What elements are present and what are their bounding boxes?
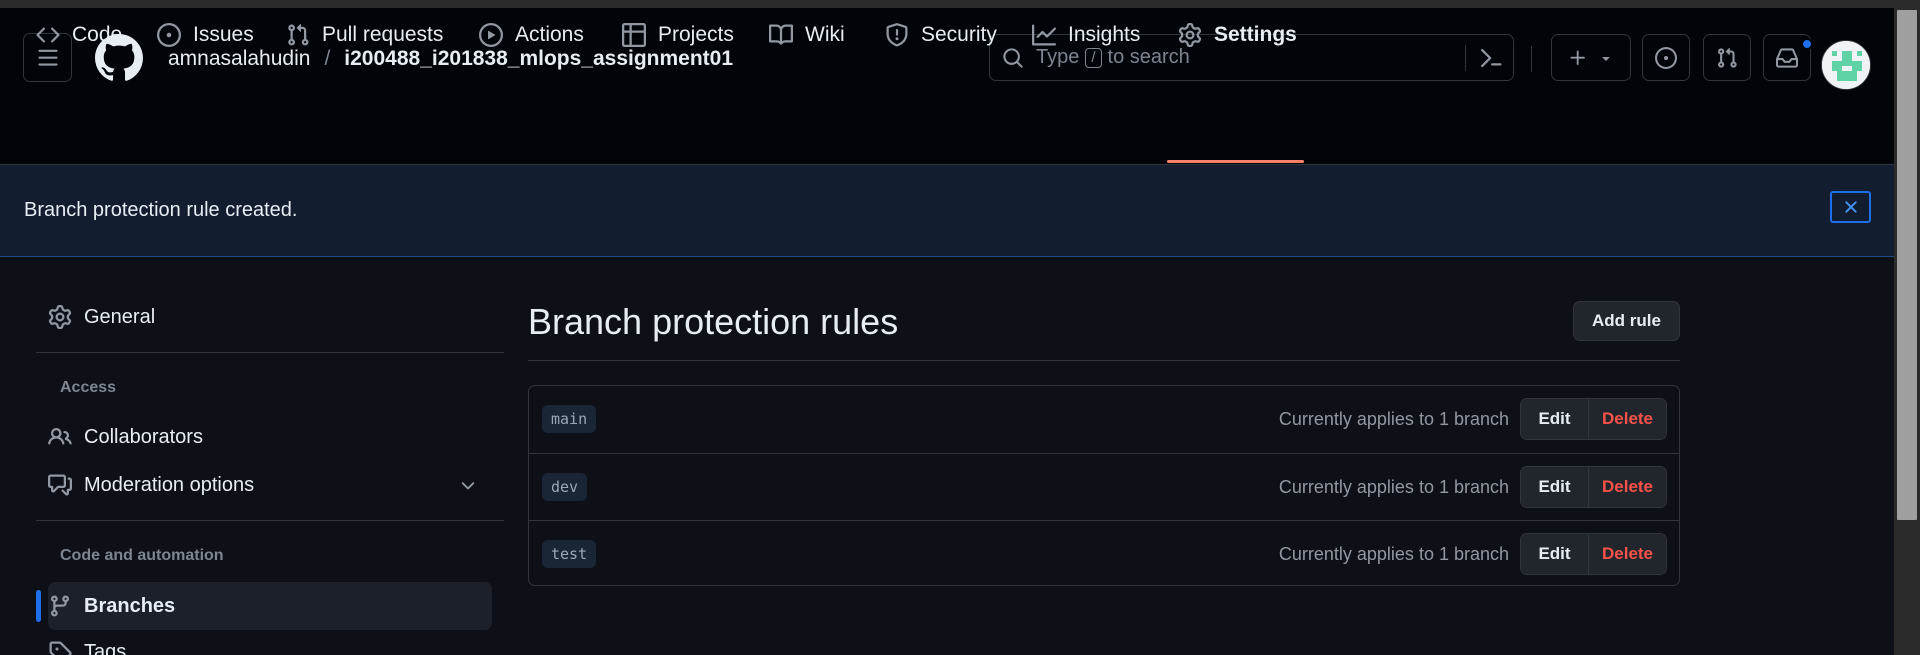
- flash-close-button[interactable]: [1830, 191, 1871, 223]
- sidebar-divider: [36, 520, 504, 521]
- sidebar-item-tags-label: Tags: [84, 640, 127, 655]
- sidebar-item-branches[interactable]: Branches: [48, 594, 175, 618]
- rule-actions: Edit Delete: [1520, 398, 1667, 440]
- avatar[interactable]: [1821, 40, 1871, 90]
- sidebar-item-tags[interactable]: Tags: [48, 640, 126, 655]
- book-icon: [769, 24, 793, 45]
- sidebar-active-indicator: [36, 590, 41, 622]
- issue-opened-icon: [157, 23, 181, 47]
- tab-issues-label: Issues: [193, 23, 254, 46]
- sidebar-item-general[interactable]: General: [48, 305, 155, 329]
- tab-wiki[interactable]: Wiki: [769, 8, 845, 62]
- list-item: dev Currently applies to 1 branch Edit D…: [529, 453, 1679, 520]
- tab-code-label: Code: [72, 23, 123, 46]
- title-divider: [528, 360, 1680, 361]
- branch-name: dev: [542, 473, 588, 501]
- delete-button[interactable]: Delete: [1589, 399, 1666, 439]
- branch-rules-list: main Currently applies to 1 branch Edit …: [528, 385, 1680, 586]
- git-pull-request-icon: [288, 23, 309, 46]
- create-new-button[interactable]: [1551, 34, 1631, 81]
- sidebar-heading-access: Access: [60, 379, 117, 396]
- gear-icon: [1178, 23, 1202, 47]
- header-divider: [1531, 46, 1532, 72]
- branch-name: test: [542, 540, 597, 568]
- branch-name: main: [542, 405, 597, 433]
- global-header: amnasalahudin / i200488_i201838_mlops_as…: [0, 8, 1894, 165]
- sidebar-item-moderation-label: Moderation options: [84, 473, 255, 496]
- flash-notice: Branch protection rule created.: [0, 165, 1894, 257]
- close-icon: [1844, 201, 1857, 213]
- issues-button[interactable]: [1642, 34, 1690, 81]
- chevron-down-icon: [461, 482, 475, 490]
- notification-dot: [1801, 38, 1813, 50]
- tag-icon: [49, 641, 72, 655]
- command-palette-icon[interactable]: [1479, 46, 1503, 70]
- tab-security[interactable]: Security: [885, 8, 997, 62]
- tab-pull-requests[interactable]: Pull requests: [286, 8, 443, 62]
- sidebar-divider: [36, 352, 504, 353]
- sidebar-heading-code-automation: Code and automation: [60, 547, 224, 564]
- list-item: test Currently applies to 1 branch Edit …: [529, 520, 1679, 587]
- window-top-edge: [0, 0, 1920, 8]
- rule-actions: Edit Delete: [1520, 466, 1667, 508]
- pull-requests-button[interactable]: [1703, 34, 1751, 81]
- plus-icon: [1570, 50, 1585, 65]
- gear-icon: [48, 305, 72, 329]
- sidebar-item-collaborators[interactable]: Collaborators: [48, 425, 203, 449]
- git-branch-icon: [50, 595, 69, 617]
- people-icon: [48, 427, 72, 445]
- tab-projects[interactable]: Projects: [622, 8, 734, 62]
- tab-code[interactable]: Code: [36, 8, 122, 62]
- flash-message: Branch protection rule created.: [24, 199, 298, 221]
- tab-security-label: Security: [921, 23, 997, 46]
- scrollbar-thumb[interactable]: [1897, 10, 1917, 520]
- git-pull-request-icon: [1718, 47, 1737, 68]
- tab-projects-label: Projects: [658, 23, 734, 46]
- tab-insights-label: Insights: [1068, 23, 1141, 46]
- inbox-icon: [1776, 47, 1798, 68]
- play-icon: [479, 23, 503, 47]
- sidebar-item-collaborators-label: Collaborators: [84, 425, 203, 448]
- table-icon: [622, 23, 646, 47]
- delete-button[interactable]: Delete: [1589, 467, 1666, 507]
- edit-button[interactable]: Edit: [1521, 467, 1589, 507]
- tab-actions[interactable]: Actions: [479, 8, 584, 62]
- tab-actions-label: Actions: [515, 23, 584, 46]
- search-icon: [1003, 47, 1023, 68]
- tab-issues[interactable]: Issues: [157, 8, 254, 62]
- applies-text: Currently applies to 1 branch: [1278, 477, 1509, 497]
- code-icon: [36, 27, 60, 43]
- search-divider: [1465, 45, 1466, 71]
- list-item: main Currently applies to 1 branch Edit …: [529, 386, 1679, 453]
- active-tab-indicator: [1167, 160, 1304, 163]
- sidebar-item-moderation[interactable]: Moderation options: [48, 473, 492, 497]
- rule-actions: Edit Delete: [1520, 533, 1667, 575]
- page-title: Branch protection rules: [528, 301, 899, 342]
- identicon-icon: [1822, 41, 1870, 89]
- sidebar-item-general-label: General: [84, 305, 156, 328]
- issue-opened-icon: [1655, 46, 1677, 69]
- graph-icon: [1032, 24, 1056, 46]
- sidebar-item-branches-label: Branches: [84, 594, 176, 617]
- triangle-down-icon: [1602, 56, 1610, 61]
- delete-button[interactable]: Delete: [1589, 534, 1666, 574]
- tab-insights[interactable]: Insights: [1032, 8, 1140, 62]
- tab-settings[interactable]: Settings: [1178, 8, 1297, 62]
- applies-text: Currently applies to 1 branch: [1278, 409, 1509, 429]
- edit-button[interactable]: Edit: [1521, 534, 1589, 574]
- comment-discussion-icon: [48, 474, 72, 496]
- tab-pull-requests-label: Pull requests: [322, 23, 444, 46]
- applies-text: Currently applies to 1 branch: [1278, 544, 1509, 564]
- tab-settings-label: Settings: [1214, 23, 1297, 46]
- shield-icon: [886, 23, 908, 47]
- add-rule-button[interactable]: Add rule: [1573, 301, 1680, 341]
- edit-button[interactable]: Edit: [1521, 399, 1589, 439]
- tab-wiki-label: Wiki: [805, 23, 845, 46]
